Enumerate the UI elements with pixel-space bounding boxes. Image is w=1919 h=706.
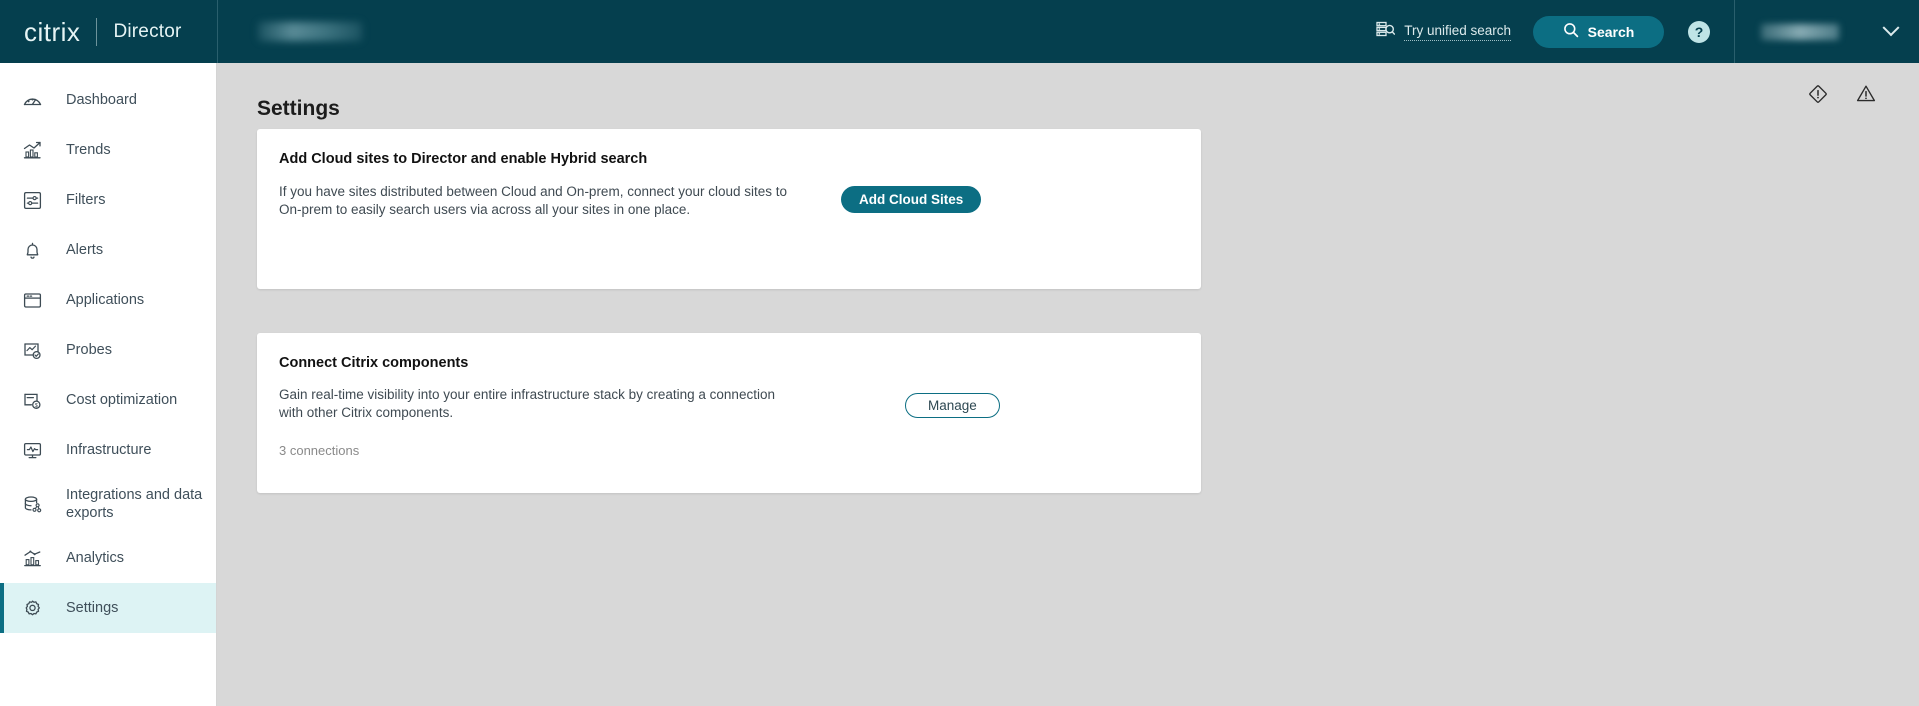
database-share-icon [21,493,44,516]
sidebar-item-label: Infrastructure [66,441,151,459]
unified-search-label: Try unified search [1404,23,1511,41]
help-icon[interactable]: ? [1688,21,1710,43]
money-bag-icon: $ [21,389,44,412]
gear-icon [21,597,44,620]
product-name: Director [113,21,181,43]
sidebar-item-analytics[interactable]: Analytics [0,533,216,583]
sidebar-nav: Dashboard Trends Filters [0,63,217,706]
sidebar-item-infrastructure[interactable]: Infrastructure [0,425,216,475]
top-header: citrix Director Try unified search [0,0,1919,63]
search-button[interactable]: Search [1533,16,1664,48]
sidebar-item-alerts[interactable]: Alerts [0,225,216,275]
search-button-label: Search [1588,24,1635,40]
header-actions: Try unified search Search ? [1376,0,1919,63]
connections-count: 3 connections [279,443,359,458]
window-icon [21,289,44,312]
manage-button[interactable]: Manage [905,393,1000,418]
sidebar-item-label: Trends [66,141,111,159]
tenant-divider [217,0,218,63]
user-menu[interactable] [1735,0,1919,63]
brand-divider [96,18,97,46]
monitor-pulse-icon [21,439,44,462]
trend-chart-icon [21,139,44,162]
critical-alert-icon[interactable] [1807,83,1829,110]
warning-alert-icon[interactable] [1855,83,1877,110]
card-description: Gain real-time visibility into your enti… [279,386,799,423]
analytics-chart-icon [21,547,44,570]
sidebar-item-trends[interactable]: Trends [0,125,216,175]
tenant-name-redacted [258,22,362,41]
probe-check-icon [21,339,44,362]
sidebar-item-filters[interactable]: Filters [0,175,216,225]
add-cloud-sites-button[interactable]: Add Cloud Sites [841,186,981,213]
sidebar-item-applications[interactable]: Applications [0,275,216,325]
main-content: Settings Add Cloud sites to Director and… [217,63,1919,706]
sidebar-item-cost-optimization[interactable]: $ Cost optimization [0,375,216,425]
filter-sliders-icon [21,189,44,212]
search-icon [1563,22,1579,41]
sidebar-item-label: Filters [66,191,105,209]
sidebar-item-dashboard[interactable]: Dashboard [0,75,216,125]
sidebar-item-label: Cost optimization [66,391,177,409]
citrix-logo: citrix [24,19,80,45]
list-search-icon [1376,21,1395,43]
card-title: Add Cloud sites to Director and enable H… [279,151,647,167]
brand-zone[interactable]: citrix Director [0,0,217,63]
chevron-down-icon [1883,19,1900,36]
sidebar-item-label: Integrations and data exports [66,486,216,522]
bell-icon [21,239,44,262]
sidebar-item-label: Probes [66,341,112,359]
try-unified-search[interactable]: Try unified search [1376,21,1511,43]
sidebar-item-label: Applications [66,291,144,309]
settings-card-cloud-sites: Add Cloud sites to Director and enable H… [257,129,1201,289]
svg-text:$: $ [35,403,38,409]
settings-card-connect-components: Connect Citrix components Gain real-time… [257,333,1201,493]
help-icon-glyph: ? [1695,25,1704,39]
card-description: If you have sites distributed between Cl… [279,183,809,220]
sidebar-item-label: Alerts [66,241,103,259]
user-name-redacted [1761,24,1839,40]
sidebar-item-label: Settings [66,599,118,617]
gauge-icon [21,89,44,112]
sidebar-item-label: Dashboard [66,91,137,109]
sidebar-item-label: Analytics [66,549,124,567]
alert-indicators [1807,83,1877,110]
card-title: Connect Citrix components [279,355,468,371]
sidebar-item-settings[interactable]: Settings [0,583,216,633]
sidebar-item-integrations-and-data-exports[interactable]: Integrations and data exports [0,475,216,533]
sidebar-item-probes[interactable]: Probes [0,325,216,375]
page-title: Settings [257,97,340,121]
